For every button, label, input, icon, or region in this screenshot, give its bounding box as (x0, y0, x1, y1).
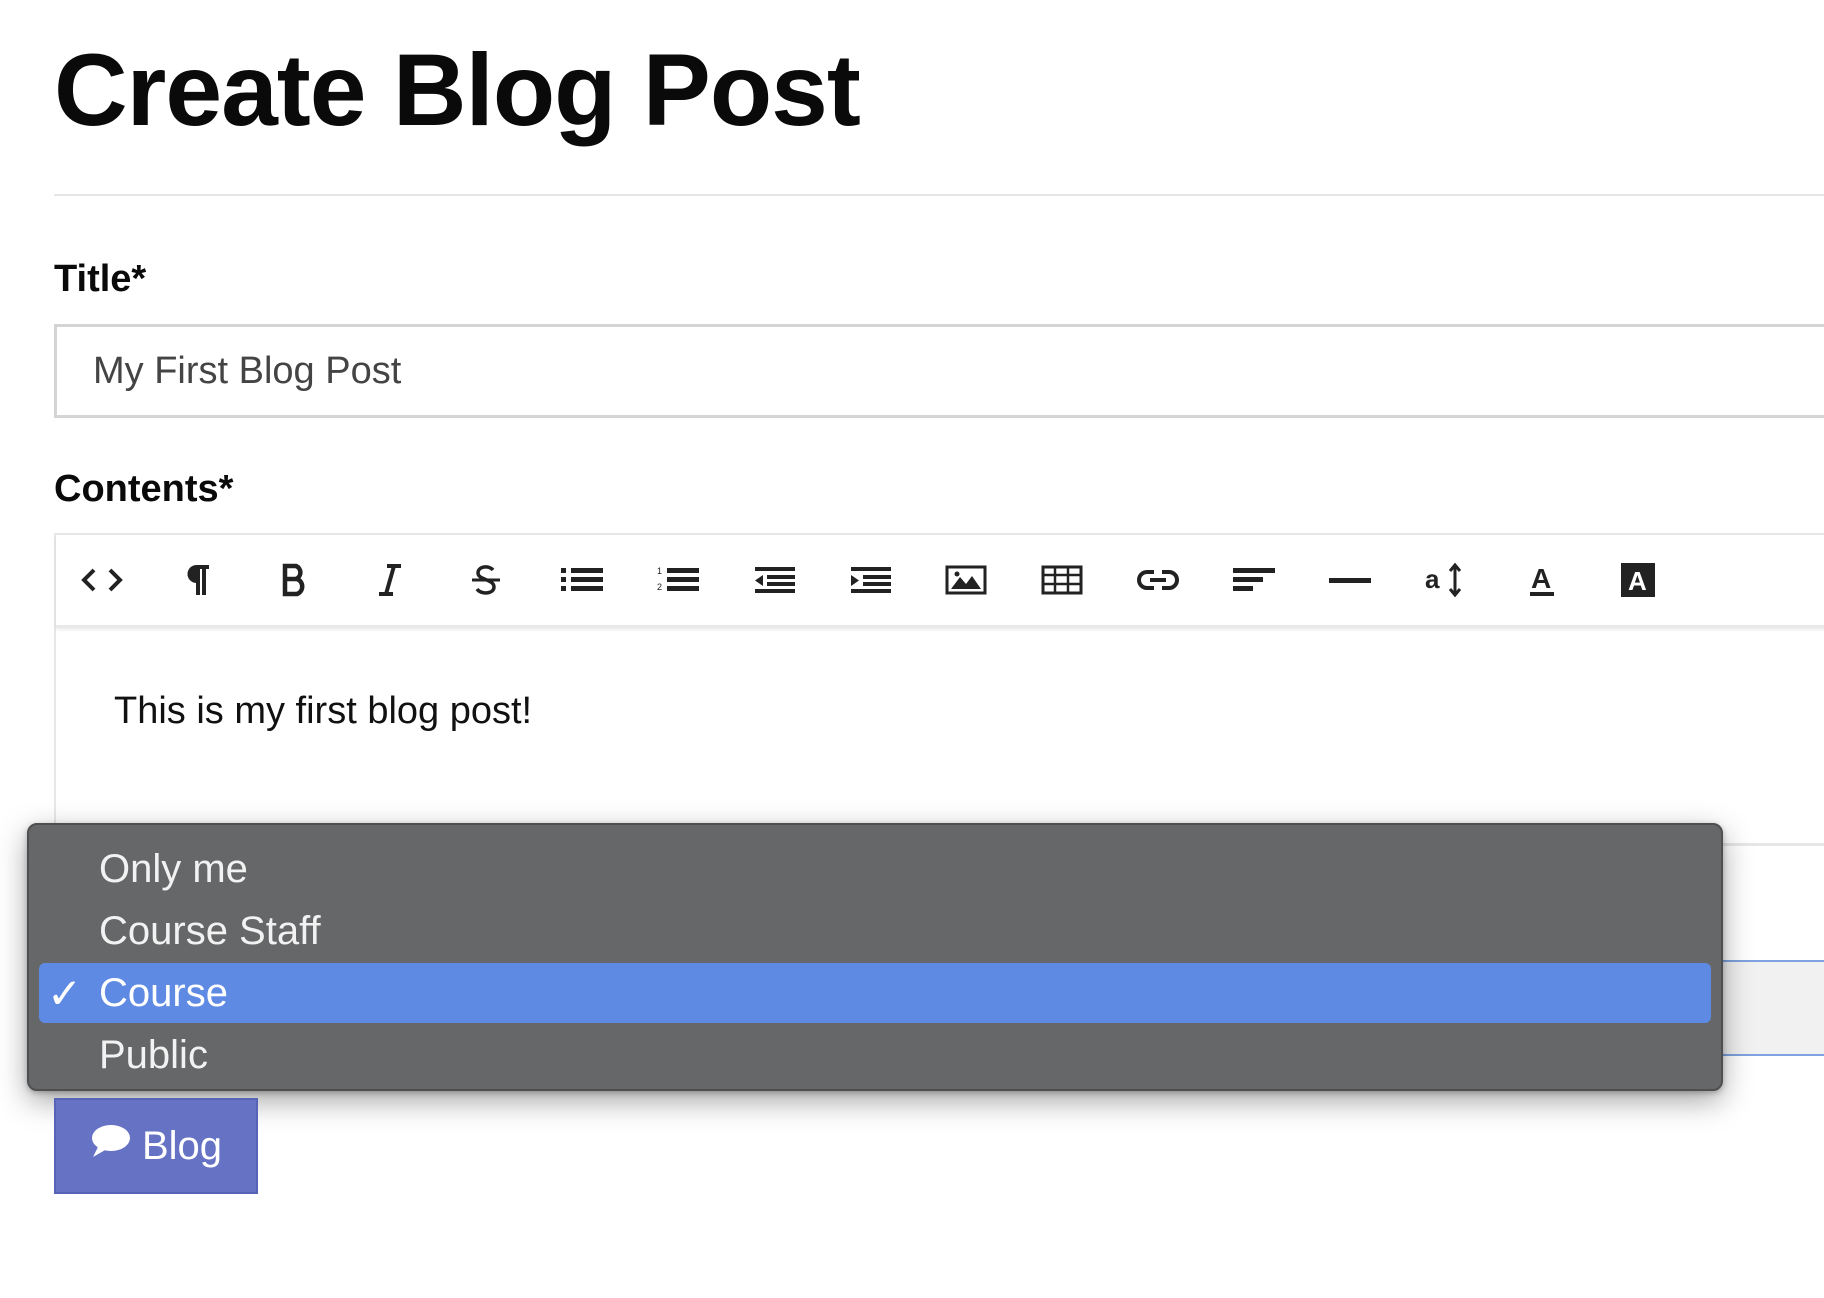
svg-text:a: a (1425, 564, 1440, 594)
horizontal-rule-icon[interactable] (1322, 555, 1378, 605)
table-icon[interactable] (1034, 555, 1090, 605)
svg-text:A: A (1628, 566, 1647, 596)
svg-text:2: 2 (657, 582, 662, 592)
blog-button-label: Blog (141, 1123, 223, 1168)
bullet-list-icon[interactable] (554, 555, 610, 605)
link-icon[interactable] (1130, 555, 1186, 605)
font-color-icon[interactable]: A (1514, 555, 1570, 605)
strikethrough-icon[interactable] (458, 555, 514, 605)
title-label: Title* (54, 258, 147, 300)
outdent-icon[interactable] (746, 555, 802, 605)
code-view-icon[interactable] (74, 555, 130, 605)
paragraph-icon[interactable] (170, 555, 226, 605)
blog-submit-button[interactable]: Blog (54, 1098, 258, 1194)
option-course-staff[interactable]: Course Staff (39, 901, 1711, 961)
numbered-list-icon[interactable]: 12 (650, 555, 706, 605)
option-label: Only me (99, 846, 248, 891)
visibility-dropdown-menu: Only me Course Staff ✓ Course Public (27, 823, 1723, 1091)
highlight-color-icon[interactable]: A (1610, 555, 1666, 605)
svg-text:1: 1 (657, 566, 662, 576)
speech-bubble-icon (90, 1123, 132, 1169)
page-title: Create Blog Post (54, 33, 861, 147)
option-public[interactable]: Public (39, 1025, 1711, 1085)
option-course[interactable]: ✓ Course (39, 963, 1711, 1023)
contents-label: Contents* (54, 468, 234, 510)
editor-content[interactable]: This is my first blog post! (114, 690, 532, 733)
rich-text-editor: 12 a A A This is my first blog post! (54, 533, 1824, 845)
checkmark-icon: ✓ (47, 969, 83, 1017)
title-divider (54, 194, 1824, 196)
option-label: Public (99, 1032, 208, 1077)
image-icon[interactable] (938, 555, 994, 605)
bold-icon[interactable] (266, 555, 322, 605)
font-size-icon[interactable]: a (1418, 555, 1474, 605)
svg-text:A: A (1531, 563, 1551, 594)
option-label: Course Staff (99, 908, 321, 953)
indent-icon[interactable] (842, 555, 898, 605)
option-label: Course (99, 970, 228, 1015)
title-input[interactable] (54, 324, 1824, 418)
italic-icon[interactable] (362, 555, 418, 605)
option-only-me[interactable]: Only me (39, 839, 1711, 899)
align-icon[interactable] (1226, 555, 1282, 605)
editor-toolbar: 12 a A A (56, 535, 1824, 628)
